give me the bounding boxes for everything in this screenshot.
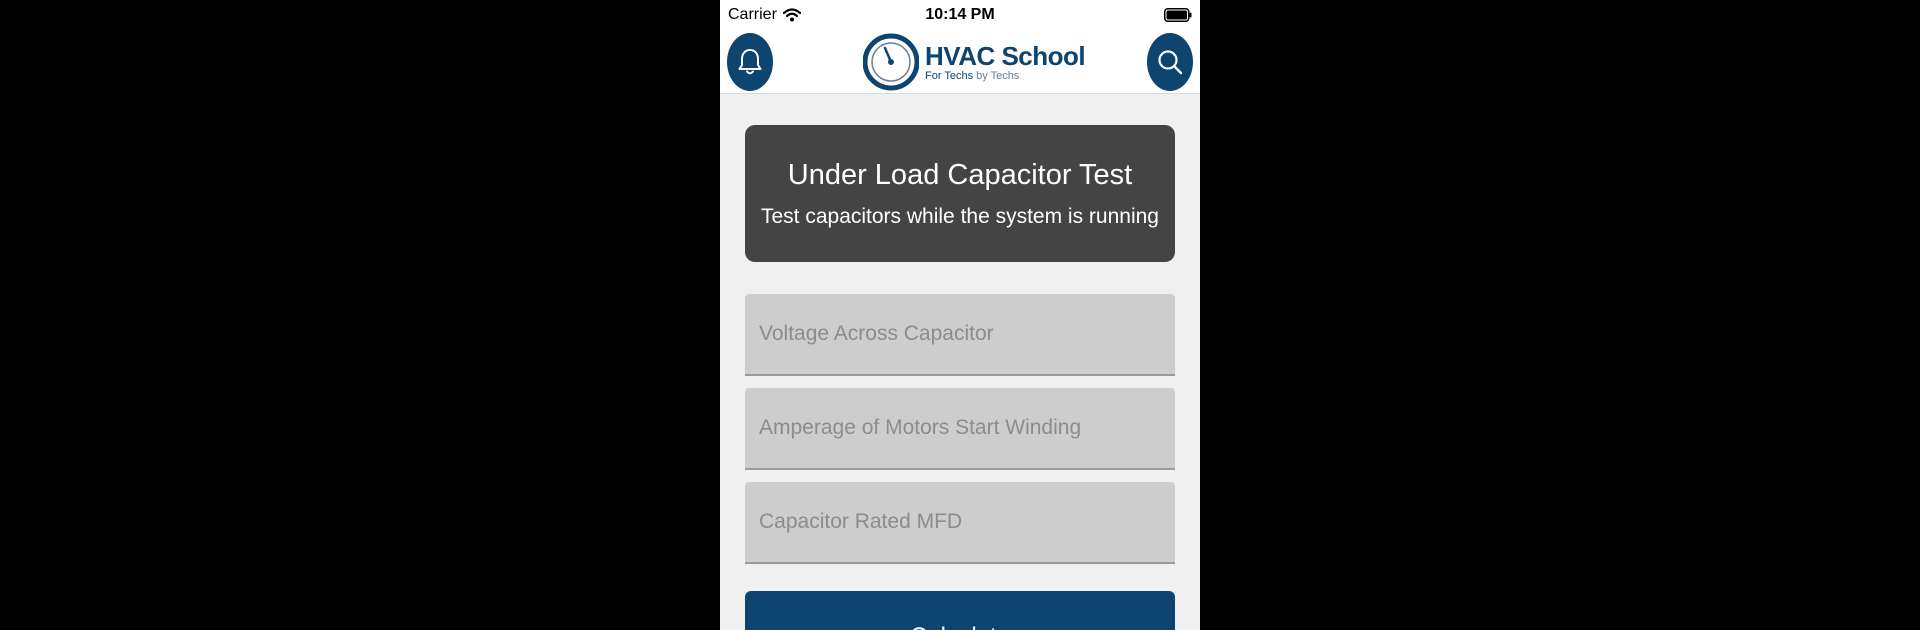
logo-title: HVAC School xyxy=(925,41,1086,71)
logo-text: HVAC School For Techs by Techs xyxy=(925,41,1086,82)
voltage-input[interactable] xyxy=(745,294,1175,376)
hvac-school-logo: HVAC School For Techs by Techs xyxy=(863,30,1086,94)
capacitor-mfd-input[interactable] xyxy=(745,482,1175,564)
status-time: 10:14 PM xyxy=(925,6,995,23)
notifications-button[interactable] xyxy=(727,33,773,91)
calculator-title: Under Load Capacitor Test xyxy=(787,159,1133,191)
logo-tagline-bold: For Techs xyxy=(925,70,974,82)
bell-icon xyxy=(738,49,762,75)
calculator-subtitle: Test capacitors while the system is runn… xyxy=(760,205,1159,228)
calculate-button[interactable]: Calculate xyxy=(745,591,1175,630)
gauge-logo-icon xyxy=(863,33,919,91)
battery-icon xyxy=(1164,8,1192,22)
logo-tagline-light: by Techs xyxy=(976,70,1020,82)
search-icon xyxy=(1158,50,1183,75)
search-button[interactable] xyxy=(1147,33,1193,91)
app-header: HVAC School For Techs by Techs xyxy=(720,30,1200,94)
phone-app: Carrier 10:14 PM HVAC School For Techs b… xyxy=(720,0,1200,630)
amperage-input[interactable] xyxy=(745,388,1175,470)
screen: Carrier 10:14 PM HVAC School For Techs b… xyxy=(0,0,1920,630)
status-bar: Carrier 10:14 PM xyxy=(720,0,1200,30)
logo-tagline: For Techs by Techs xyxy=(925,70,1085,82)
calculator-title-card: Under Load Capacitor Test Test capacitor… xyxy=(745,125,1175,262)
